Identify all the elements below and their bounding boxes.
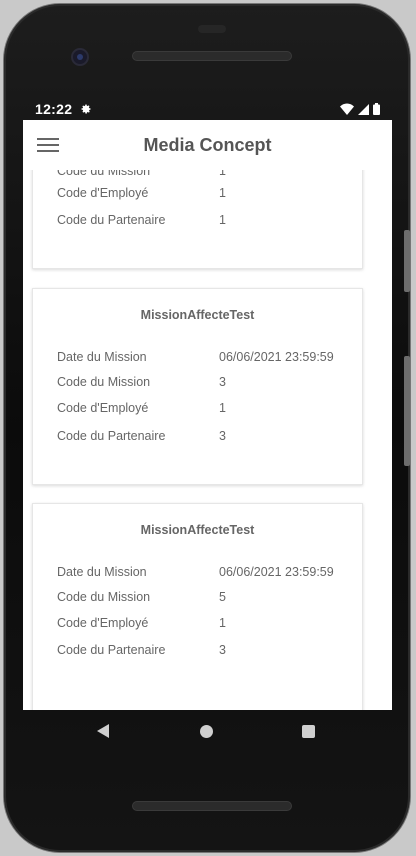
mission-card: Code du Mission 1 Code d'Employé 1 Code …	[32, 170, 363, 269]
detail-row: Code du Partenaire 3	[57, 429, 352, 445]
detail-value: 1	[219, 616, 226, 630]
detail-row: Code du Mission 5	[57, 590, 352, 606]
battery-icon	[373, 103, 380, 115]
detail-label: Date du Mission	[57, 565, 147, 579]
detail-row: Code du Mission 3	[57, 375, 352, 391]
back-icon[interactable]	[97, 724, 109, 738]
mission-list[interactable]: Code du Mission 1 Code d'Employé 1 Code …	[23, 170, 392, 710]
detail-value: 06/06/2021 23:59:59	[219, 565, 334, 579]
detail-value: 06/06/2021 23:59:59	[219, 350, 334, 364]
detail-label: Code du Mission	[57, 375, 151, 389]
bottom-speaker	[132, 801, 292, 811]
card-title: MissionAffecteTest	[140, 523, 255, 537]
navigation-bar	[23, 710, 392, 754]
detail-label: Date du Mission	[57, 350, 147, 364]
detail-value: 3	[219, 429, 226, 443]
signal-icon	[358, 103, 369, 115]
card-title: MissionAffecteTest	[140, 308, 255, 322]
detail-value: 5	[219, 590, 226, 604]
mission-card: MissionAffecteTest Date du Mission 06/06…	[32, 288, 363, 485]
detail-row: Code d'Employé 1	[57, 616, 352, 632]
detail-value: 1	[219, 401, 226, 415]
detail-row: Code du Mission 1	[57, 170, 352, 180]
detail-row: Code d'Employé 1	[57, 186, 352, 202]
home-icon[interactable]	[200, 725, 213, 738]
detail-label: Code du Partenaire	[57, 429, 166, 443]
detail-value: 1	[219, 213, 226, 227]
app-screen: Media Concept Code du Mission 1 Code d'E…	[23, 120, 392, 710]
detail-label: Code du Mission	[57, 590, 151, 604]
detail-value: 1	[219, 186, 226, 200]
detail-row: Date du Mission 06/06/2021 23:59:59	[57, 350, 352, 366]
detail-label: Code d'Employé	[57, 616, 149, 630]
hamburger-menu-icon[interactable]	[37, 137, 59, 153]
detail-value: 3	[219, 375, 226, 389]
top-sensor	[198, 25, 226, 33]
detail-label: Code du Partenaire	[57, 643, 166, 657]
detail-label: Code d'Employé	[57, 186, 149, 200]
volume-button	[404, 356, 410, 466]
detail-label: Code d'Employé	[57, 401, 149, 415]
power-button	[404, 230, 410, 292]
gear-icon	[81, 104, 91, 114]
detail-row: Date du Mission 06/06/2021 23:59:59	[57, 565, 352, 581]
earpiece-speaker	[132, 51, 292, 61]
detail-value: 1	[219, 170, 226, 178]
app-title: Media Concept	[143, 134, 272, 155]
recents-icon[interactable]	[302, 725, 315, 738]
detail-row: Code du Partenaire 1	[57, 213, 352, 229]
mission-card: MissionAffecteTest Date du Mission 06/06…	[32, 503, 363, 710]
app-bar: Media Concept	[23, 120, 392, 170]
detail-row: Code d'Employé 1	[57, 401, 352, 417]
detail-row: Code du Partenaire 3	[57, 643, 352, 659]
detail-label: Code du Partenaire	[57, 213, 166, 227]
detail-label: Code du Mission	[57, 170, 151, 178]
detail-value: 3	[219, 643, 226, 657]
front-camera	[71, 48, 89, 66]
status-time: 12:22	[35, 101, 73, 117]
wifi-icon	[340, 103, 354, 115]
status-bar: 12:22	[23, 98, 392, 120]
